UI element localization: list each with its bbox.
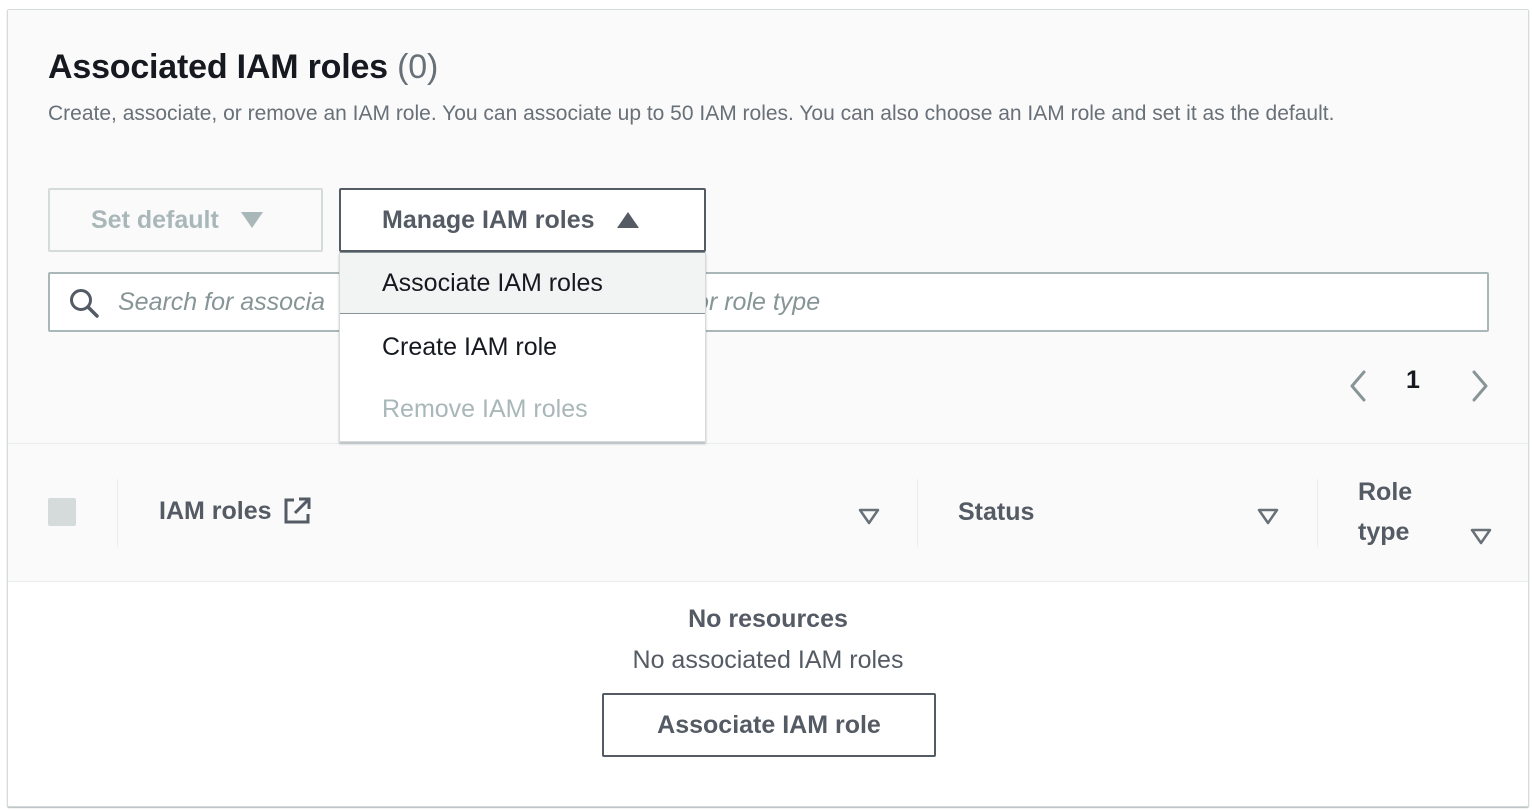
empty-state-title: No resources [688, 605, 848, 633]
next-page-icon[interactable] [1464, 366, 1494, 406]
column-divider [917, 479, 918, 547]
search-placeholder-right: or role type [695, 288, 821, 316]
panel-header: Associated IAM roles (0) Create, associa… [8, 10, 1528, 443]
column-divider [1317, 479, 1318, 547]
select-all-checkbox[interactable] [48, 498, 76, 526]
section-description: Create, associate, or remove an IAM role… [48, 102, 1335, 125]
column-role-type-line1: Role [1358, 478, 1413, 506]
sort-iam-roles-icon[interactable] [858, 508, 880, 526]
search-placeholder-left: Search for associa [118, 288, 326, 316]
sort-status-icon[interactable] [1257, 508, 1279, 526]
previous-page-icon[interactable] [1344, 366, 1374, 406]
set-default-label: Set default [91, 205, 219, 234]
menu-item-associate-iam-roles[interactable]: Associate IAM roles [340, 252, 705, 314]
menu-item-remove-iam-roles: Remove IAM roles [382, 394, 588, 423]
caret-down-icon [240, 212, 263, 228]
manage-iam-roles-menu: Associate IAM roles Create IAM role Remo… [339, 252, 706, 442]
caret-up-icon [616, 212, 639, 228]
table-header: IAM roles Status Role type [8, 443, 1528, 582]
section-title: Associated IAM roles (0) [48, 48, 438, 87]
sort-role-type-icon[interactable] [1470, 528, 1492, 546]
empty-state-subtitle: No associated IAM roles [632, 646, 904, 674]
associated-iam-roles-panel: Associated IAM roles (0) Create, associa… [7, 9, 1529, 807]
section-title-text: Associated IAM roles [48, 48, 388, 86]
column-role-type-line2: type [1358, 518, 1410, 546]
manage-iam-roles-label: Manage IAM roles [382, 205, 595, 234]
column-iam-roles[interactable]: IAM roles [159, 491, 312, 531]
column-iam-roles-label: IAM roles [159, 497, 272, 525]
search-input[interactable]: Search for associa or role type [48, 272, 1489, 332]
set-default-button[interactable]: Set default [48, 188, 323, 252]
menu-item-create-iam-role[interactable]: Create IAM role [340, 316, 705, 378]
column-divider [117, 479, 118, 547]
section-count: (0) [397, 48, 439, 86]
column-status[interactable]: Status [958, 492, 1034, 532]
search-icon [70, 289, 99, 318]
associate-iam-role-button[interactable]: Associate IAM role [602, 693, 936, 757]
external-link-icon[interactable] [282, 496, 312, 526]
current-page-number[interactable]: 1 [1406, 366, 1420, 395]
column-role-type[interactable]: Role type [1358, 472, 1412, 552]
manage-iam-roles-button[interactable]: Manage IAM roles [339, 188, 706, 252]
